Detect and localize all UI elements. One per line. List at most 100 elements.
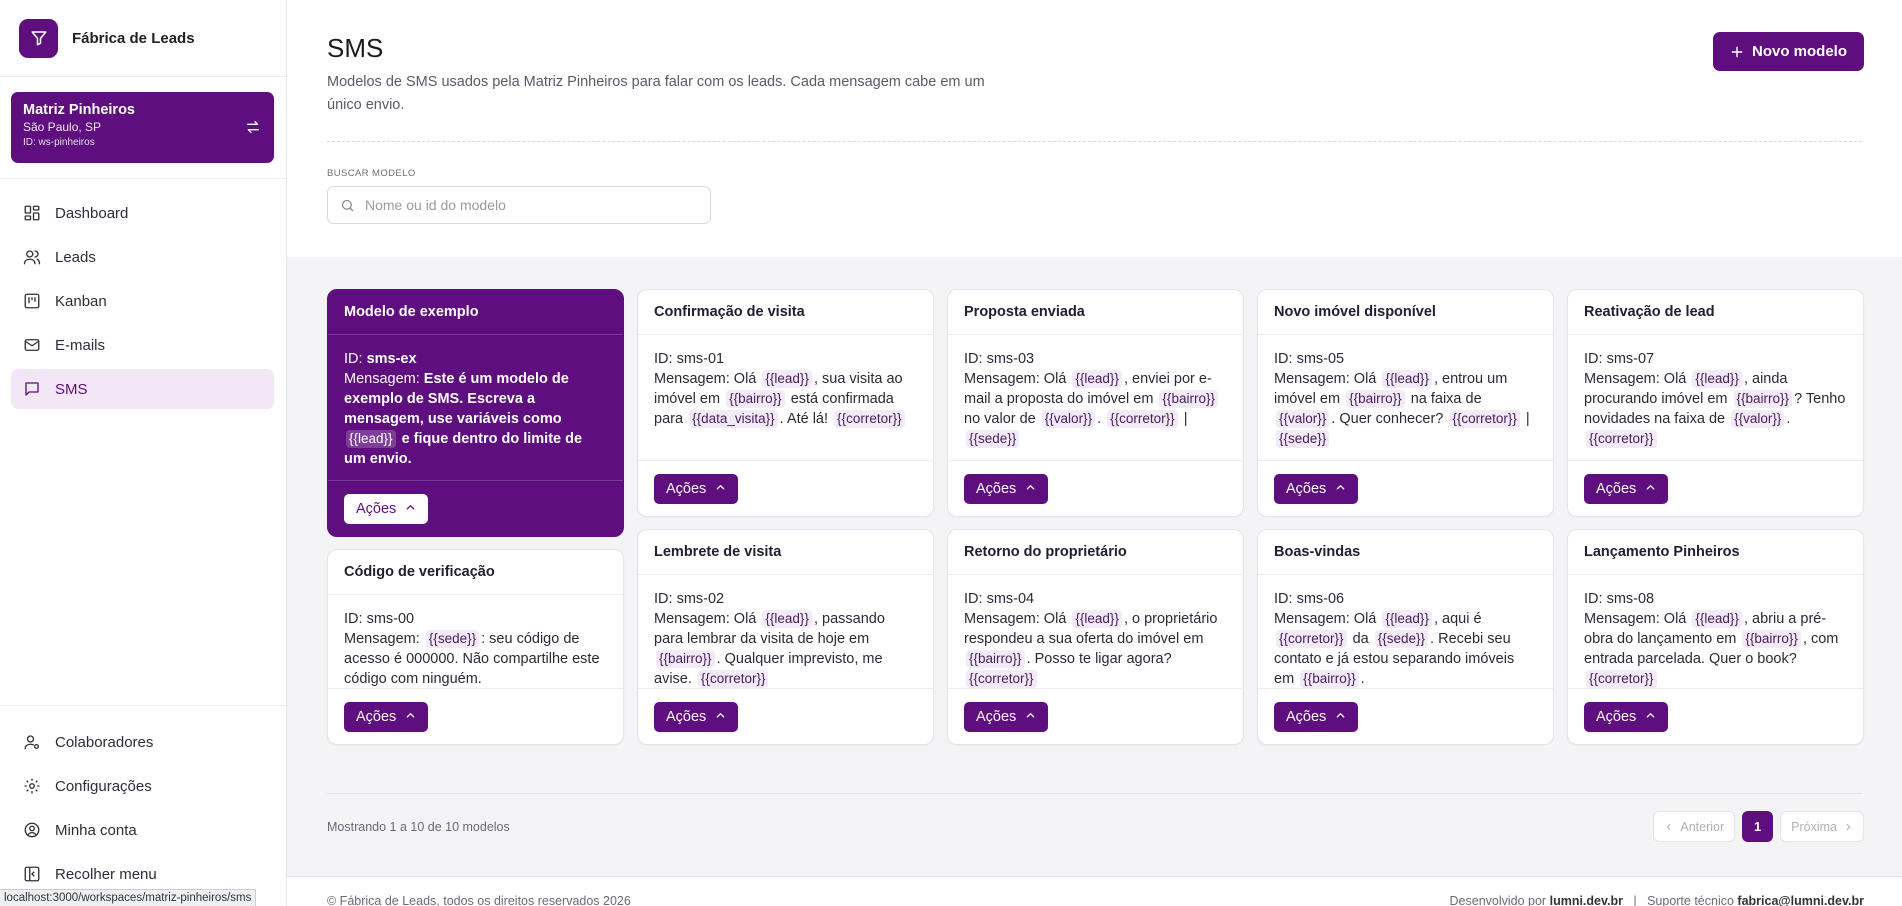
sms-template-card[interactable]: Proposta enviada ID: sms-03 Mensagem: Olá … bbox=[947, 289, 1244, 517]
collapse-icon bbox=[24, 866, 40, 882]
actions-button[interactable]: Ações bbox=[1584, 701, 1669, 732]
actions-button[interactable]: Ações bbox=[964, 473, 1049, 504]
user-circle-icon bbox=[24, 822, 40, 838]
variable-chip: {{bairro}} bbox=[1733, 390, 1793, 408]
secondary-nav: Colaboradores Configurações Minha conta … bbox=[11, 722, 274, 898]
actions-button[interactable]: Ações bbox=[654, 473, 739, 504]
actions-button[interactable]: Ações bbox=[344, 701, 429, 732]
id-value: sms-03 bbox=[986, 351, 1035, 367]
sms-template-card[interactable]: Lançamento Pinheiros ID: sms-08 Mensagem: … bbox=[1567, 529, 1864, 745]
card-id: ID: sms-08 bbox=[1584, 589, 1847, 609]
actions-button[interactable]: Ações bbox=[1274, 701, 1359, 732]
message-prefix: Mensagem: bbox=[1274, 371, 1350, 387]
sms-template-card[interactable]: Confirmação de visita ID: sms-01 Mensagem:… bbox=[637, 289, 934, 517]
divider bbox=[0, 705, 287, 706]
actions-button[interactable]: Ações bbox=[1584, 473, 1669, 504]
card-title: Boas-vindas bbox=[1258, 530, 1553, 575]
id-prefix: ID: bbox=[1274, 591, 1293, 607]
workspace-switcher[interactable]: Matriz Pinheiros São Paulo, SP ID: ws-pi… bbox=[11, 92, 274, 163]
message-text: Olá bbox=[1043, 371, 1071, 387]
next-page-button[interactable]: Próxima bbox=[1780, 811, 1864, 842]
chevron-up-icon bbox=[1645, 481, 1656, 497]
card-id: ID: sms-01 bbox=[654, 349, 917, 369]
sms-template-card[interactable]: Lembrete de visita ID: sms-02 Mensagem: Ol… bbox=[637, 529, 934, 745]
nav-item-kanban[interactable]: Kanban bbox=[11, 281, 274, 321]
nav-item-dashboard[interactable]: Dashboard bbox=[11, 193, 274, 233]
message-prefix: Mensagem: bbox=[964, 371, 1040, 387]
card-body: ID: sms-ex Mensagem: Este é um modelo de … bbox=[328, 335, 623, 469]
prev-label: Anterior bbox=[1680, 819, 1725, 834]
card-message: Mensagem: Olá {{lead}}, ainda procurando… bbox=[1584, 369, 1847, 449]
nav-item-emails[interactable]: E-mails bbox=[11, 325, 274, 365]
card-body: ID: sms-05 Mensagem: Olá {{lead}}, entrou… bbox=[1258, 335, 1553, 449]
message-text: Olá bbox=[733, 371, 761, 387]
prev-page-button[interactable]: Anterior bbox=[1653, 811, 1736, 842]
actions-label: Ações bbox=[976, 708, 1017, 725]
actions-label: Ações bbox=[1596, 708, 1637, 725]
nav-label: E-mails bbox=[55, 336, 106, 354]
sms-template-card[interactable]: Retorno do proprietário ID: sms-04 Mensage… bbox=[947, 529, 1244, 745]
nav-item-sms[interactable]: SMS bbox=[11, 369, 274, 409]
actions-label: Ações bbox=[1596, 480, 1637, 497]
id-value: sms-07 bbox=[1606, 351, 1655, 367]
id-prefix: ID: bbox=[344, 611, 363, 627]
nav-item-recolher-menu[interactable]: Recolher menu bbox=[11, 854, 274, 894]
actions-button[interactable]: Ações bbox=[1274, 473, 1359, 504]
card-id: ID: sms-00 bbox=[344, 609, 607, 629]
card-title: Lembrete de visita bbox=[638, 530, 933, 575]
message-text: Olá bbox=[1353, 371, 1381, 387]
actions-button[interactable]: Ações bbox=[344, 493, 429, 524]
nav-item-configuracoes[interactable]: Configurações bbox=[11, 766, 274, 806]
variable-chip: {{sede}} bbox=[1374, 630, 1429, 648]
page-1-button[interactable]: 1 bbox=[1742, 811, 1774, 842]
actions-button[interactable]: Ações bbox=[654, 701, 739, 732]
sms-template-card[interactable]: Reativação de lead ID: sms-07 Mensagem: Ol… bbox=[1567, 289, 1864, 517]
card-title: Modelo de exemplo bbox=[328, 290, 623, 335]
card-message: Mensagem: Olá {{lead}}, aqui é {{correto… bbox=[1274, 609, 1537, 689]
new-template-button[interactable]: Novo modelo bbox=[1712, 32, 1864, 71]
workspace-location: São Paulo, SP bbox=[23, 120, 102, 134]
nav-item-minha-conta[interactable]: Minha conta bbox=[11, 810, 274, 850]
search-field[interactable] bbox=[327, 186, 711, 224]
variable-chip: {{bairro}} bbox=[1742, 630, 1801, 648]
search-input[interactable] bbox=[365, 197, 685, 213]
message-text: . bbox=[1786, 411, 1791, 427]
variable-chip: {{bairro}} bbox=[656, 650, 715, 668]
message-text: . Até lá! bbox=[779, 411, 833, 427]
new-template-label: Novo modelo bbox=[1751, 43, 1847, 60]
nav-item-leads[interactable]: Leads bbox=[11, 237, 274, 277]
nav-label: Colaboradores bbox=[55, 733, 154, 751]
card-id: ID: sms-04 bbox=[964, 589, 1227, 609]
nav-item-colaboradores[interactable]: Colaboradores bbox=[11, 722, 274, 762]
separator: | bbox=[1525, 411, 1530, 427]
card-footer: Ações bbox=[638, 688, 933, 744]
card-title: Retorno do proprietário bbox=[948, 530, 1243, 575]
sms-template-card[interactable]: Novo imóvel disponível ID: sms-05 Mensagem… bbox=[1257, 289, 1554, 517]
chevron-up-icon bbox=[715, 709, 726, 725]
nav-label: Leads bbox=[55, 248, 96, 266]
message-prefix: Mensagem: bbox=[1584, 611, 1660, 627]
message-text: no valor de bbox=[964, 411, 1040, 427]
brand[interactable]: Fábrica de Leads bbox=[0, 0, 286, 77]
switch-icon[interactable] bbox=[245, 119, 261, 140]
id-prefix: ID: bbox=[1584, 591, 1603, 607]
page-subtitle: Modelos de SMS usados pela Matriz Pinhei… bbox=[327, 74, 985, 113]
sms-template-card[interactable]: Boas-vindas ID: sms-06 Mensagem: Olá {{lea… bbox=[1257, 529, 1554, 745]
support-email-link[interactable]: fabrica@lumni.dev.br bbox=[1737, 894, 1864, 906]
variable-chip: {{lead}} bbox=[1692, 370, 1742, 388]
message-text: Olá bbox=[1353, 611, 1381, 627]
sms-template-card[interactable]: Modelo de exemplo ID: sms-ex Mensagem: Est… bbox=[327, 289, 624, 537]
dev-link[interactable]: lumni.dev.br bbox=[1550, 894, 1623, 906]
dashboard-icon bbox=[24, 205, 40, 221]
search-icon bbox=[341, 199, 354, 211]
browser-status-url: localhost:3000/workspaces/matriz-pinheir… bbox=[0, 889, 257, 906]
actions-label: Ações bbox=[1286, 708, 1327, 725]
message-text: Olá bbox=[733, 611, 761, 627]
message-text: . bbox=[1097, 411, 1106, 427]
message-text: , aqui é bbox=[1433, 611, 1482, 627]
id-value: sms-02 bbox=[676, 591, 725, 607]
variable-chip: {{corretor}} bbox=[1276, 630, 1347, 648]
id-value: sms-05 bbox=[1296, 351, 1345, 367]
actions-button[interactable]: Ações bbox=[964, 701, 1049, 732]
sms-template-card[interactable]: Código de verificação ID: sms-00 Mensagem:… bbox=[327, 549, 624, 745]
